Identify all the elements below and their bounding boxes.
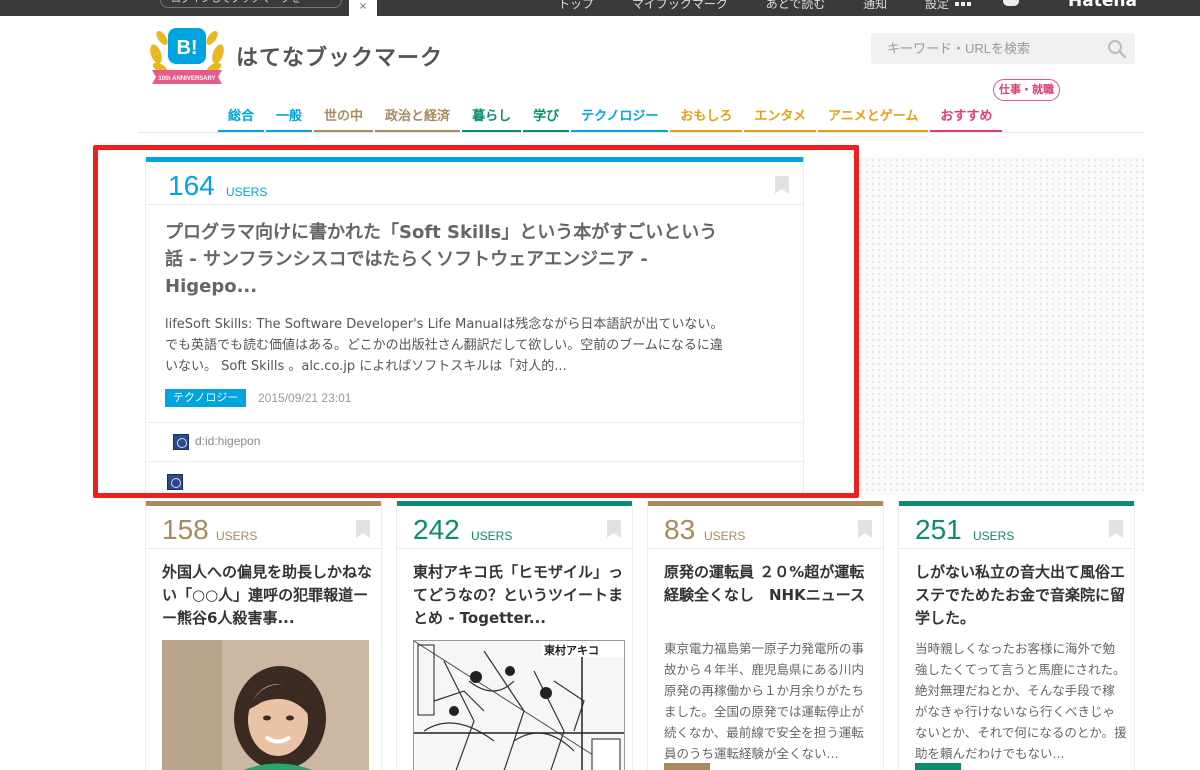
entry-card: 242 USERS 東村アキコ氏「ヒモザイル」ってどうなの？というツイートまとめ… bbox=[396, 501, 633, 770]
search-input[interactable] bbox=[871, 33, 1099, 64]
nav-divider bbox=[138, 132, 1144, 133]
login-prompt-link[interactable]: ログインしてブックマークを bbox=[160, 0, 342, 8]
entry-title-link[interactable]: 東村アキコ氏「ヒモザイル」ってどうなの？というツイートまとめ - Togette… bbox=[413, 561, 625, 630]
highlight-annotation-box bbox=[93, 145, 859, 498]
category-tag[interactable] bbox=[664, 763, 710, 770]
entry-title-link[interactable]: しがない私立の音大出て風俗エステでためたお金で音楽院に留学した。 bbox=[915, 561, 1127, 630]
bookmark-icon[interactable] bbox=[858, 520, 872, 538]
site-title[interactable]: はてなブックマーク bbox=[236, 40, 443, 72]
users-unit-label[interactable]: USERS bbox=[216, 529, 257, 543]
global-nav-link[interactable]: マイブックマーク bbox=[632, 0, 728, 11]
users-count[interactable]: 83 bbox=[664, 514, 695, 546]
users-count-header: 251 USERS bbox=[899, 506, 1134, 549]
notification-bell-icon[interactable] bbox=[1003, 0, 1019, 6]
users-count[interactable]: 158 bbox=[162, 514, 209, 546]
manga-caption: 東村アキコ bbox=[544, 644, 599, 657]
users-unit-label[interactable]: USERS bbox=[973, 529, 1014, 543]
search-icon[interactable] bbox=[1107, 39, 1127, 59]
logo-ribbon-text: 10th ANNIVERSARY bbox=[158, 76, 215, 82]
search-box bbox=[871, 33, 1135, 64]
category-tag[interactable] bbox=[915, 763, 961, 770]
users-unit-label[interactable]: USERS bbox=[704, 529, 745, 543]
global-nav-link[interactable]: あとで読む bbox=[766, 0, 826, 11]
nav-tab[interactable]: 暮らし bbox=[462, 101, 522, 133]
users-count-header: 83 USERS bbox=[648, 506, 883, 549]
entry-card: 83 USERS 原発の運転員 ２０%超が運転経験全くなし NHKニュース 東京… bbox=[647, 501, 884, 770]
nav-tab[interactable]: おもしろ bbox=[670, 101, 743, 133]
nav-tab[interactable]: 総合 bbox=[218, 101, 265, 133]
job-category-bubble[interactable]: 仕事・就職 bbox=[993, 79, 1060, 101]
nav-tab[interactable]: エンタメ bbox=[744, 101, 816, 133]
ad-placeholder-area bbox=[858, 157, 1144, 495]
global-nav-link[interactable]: トップ bbox=[558, 0, 594, 11]
nav-tab[interactable]: アニメとゲーム bbox=[817, 101, 929, 133]
entry-title-link[interactable]: 原発の運転員 ２０%超が運転経験全くなし NHKニュース bbox=[664, 561, 876, 607]
entry-description: 当時親しくなったお客様に海外で勉強したくてって言うと馬鹿にされた。絶対無理だねと… bbox=[915, 641, 1127, 761]
users-count-header: 242 USERS bbox=[397, 506, 632, 549]
entry-description: 東京電力福島第一原子力発電所の事故から４年半、鹿児島県にある川内原発の再稼働から… bbox=[664, 641, 865, 761]
nav-tab[interactable]: 学び bbox=[523, 101, 570, 133]
nav-tab[interactable]: 政治と経済 bbox=[375, 101, 461, 133]
users-count[interactable]: 251 bbox=[915, 514, 962, 546]
nav-tab[interactable]: おすすめ bbox=[930, 101, 1003, 133]
logo-badge-text: B! bbox=[176, 37, 197, 59]
hatena-bookmark-logo-icon[interactable]: B! 10th ANNIVERSARY bbox=[146, 24, 228, 88]
entry-card: 251 USERS しがない私立の音大出て風俗エステでためたお金で音楽院に留学し… bbox=[898, 501, 1135, 770]
nav-tab[interactable]: テクノロジー bbox=[571, 101, 669, 133]
nav-tab[interactable]: 世の中 bbox=[314, 101, 374, 133]
close-tab-icon[interactable]: × bbox=[349, 0, 377, 16]
global-nav-links: トップ マイブックマーク あとで読む 通知 設定 bbox=[558, 0, 983, 12]
nav-tab[interactable]: 一般 bbox=[266, 101, 313, 133]
bookmark-icon[interactable] bbox=[607, 520, 621, 538]
hatena-brand-link[interactable]: Hatena bbox=[1068, 0, 1137, 11]
entry-thumbnail-photo[interactable] bbox=[162, 640, 369, 770]
bookmark-icon[interactable] bbox=[1109, 520, 1123, 538]
entry-card: 158 USERS 外国人への偏見を助長しかねない「○○人」連呼の犯罪報道ーー熊… bbox=[145, 501, 382, 770]
global-nav-link[interactable]: 設定 bbox=[925, 0, 949, 11]
users-count[interactable]: 242 bbox=[413, 514, 460, 546]
users-unit-label[interactable]: USERS bbox=[471, 529, 512, 543]
global-nav-link[interactable]: 通知 bbox=[863, 0, 887, 11]
bookmark-icon[interactable] bbox=[356, 520, 370, 538]
entry-title-link[interactable]: 外国人への偏見を助長しかねない「○○人」連呼の犯罪報道ーー熊谷6人殺害事... bbox=[162, 561, 374, 630]
entry-thumbnail-manga[interactable]: 東村アキコ bbox=[413, 640, 625, 770]
global-header-bar: ログインしてブックマークを × トップ マイブックマーク あとで読む 通知 設定… bbox=[0, 0, 1200, 16]
category-nav: 総合 一般 世の中 政治と経済 暮らし 学び テクノロジー おもしろ エンタメ アニメとゲーム おす… bbox=[218, 101, 1004, 133]
users-count-header: 158 USERS bbox=[146, 506, 381, 549]
apps-grid-icon[interactable] bbox=[955, 0, 971, 8]
